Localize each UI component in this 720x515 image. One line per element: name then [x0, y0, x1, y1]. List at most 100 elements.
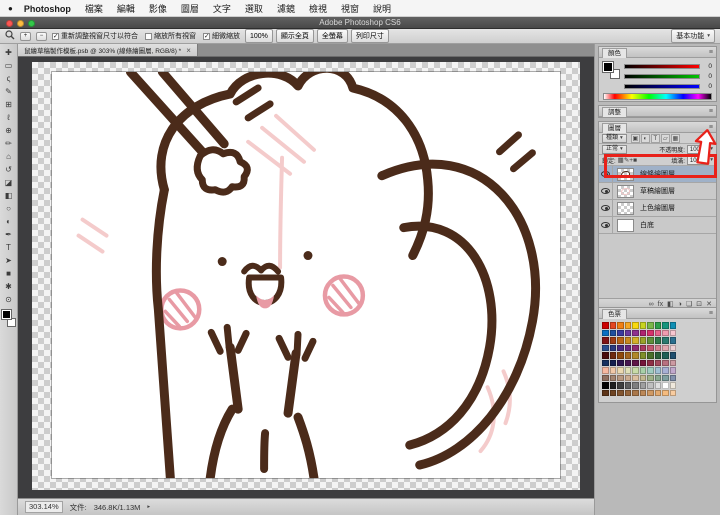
lasso-tool[interactable]: ς [2, 72, 16, 85]
layer-row-1[interactable]: 草稿繪圖層 [599, 183, 716, 200]
close-window-button[interactable] [6, 19, 13, 27]
menu-item-9[interactable]: 視窗 [334, 4, 366, 14]
swatch-53[interactable] [624, 359, 631, 366]
swatch-92[interactable] [617, 389, 624, 396]
visibility-toggle[interactable] [599, 200, 613, 216]
swatch-13[interactable] [624, 329, 631, 336]
swatch-3[interactable] [624, 322, 631, 329]
zoom-option-0[interactable]: ✓ 重新調整視窗尺寸以符合 [52, 31, 138, 41]
swatch-90[interactable] [602, 389, 609, 396]
checkbox-icon[interactable] [145, 32, 152, 40]
checkbox-icon[interactable]: ✓ [203, 32, 210, 40]
swatch-38[interactable] [662, 344, 669, 351]
menu-item-6[interactable]: 選取 [238, 4, 270, 14]
history-brush-tool[interactable]: ↺ [2, 163, 16, 176]
panel-menu-icon[interactable]: ≡ [709, 108, 713, 115]
apple-menu-icon[interactable]: ● [8, 4, 13, 13]
swatch-97[interactable] [654, 389, 661, 396]
path-selection-tool[interactable]: ➤ [2, 254, 16, 267]
visibility-toggle[interactable] [599, 217, 613, 233]
swatch-44[interactable] [632, 352, 639, 359]
dodge-tool[interactable]: ◐ [2, 215, 16, 228]
slider-track-r[interactable] [624, 64, 700, 69]
swatch-20[interactable] [602, 337, 609, 344]
swatch-19[interactable] [669, 329, 676, 336]
swatch-9[interactable] [669, 322, 676, 329]
pen-tool[interactable]: ✒ [2, 228, 16, 241]
swatch-81[interactable] [609, 382, 616, 389]
swatch-39[interactable] [669, 344, 676, 351]
swatch-89[interactable] [669, 382, 676, 389]
menu-item-7[interactable]: 濾鏡 [270, 4, 302, 14]
color-spectrum-bar[interactable] [603, 93, 712, 100]
tab-color[interactable]: 顏色 [602, 47, 627, 58]
swatch-63[interactable] [624, 367, 631, 374]
swatch-14[interactable] [632, 329, 639, 336]
swatch-56[interactable] [647, 359, 654, 366]
swatch-31[interactable] [609, 344, 616, 351]
swatch-35[interactable] [639, 344, 646, 351]
menu-item-1[interactable]: 檔案 [78, 4, 110, 14]
checkbox-icon[interactable]: ✓ [52, 32, 59, 40]
zoom-option-2[interactable]: ✓ 細微縮放 [203, 31, 240, 41]
swatch-28[interactable] [662, 337, 669, 344]
swatch-67[interactable] [654, 367, 661, 374]
healing-brush-tool[interactable]: ⊕ [2, 124, 16, 137]
swatch-74[interactable] [632, 374, 639, 381]
zoom-preset-button-3[interactable]: 列印尺寸 [350, 29, 389, 43]
swatch-55[interactable] [639, 359, 646, 366]
menu-item-8[interactable]: 檢視 [302, 4, 334, 14]
zoom-preset-button-0[interactable]: 100% [245, 29, 273, 43]
slider-value-b[interactable]: 0 [703, 83, 712, 90]
zoom-out-mode-button[interactable]: − [36, 31, 47, 41]
menu-item-5[interactable]: 文字 [206, 4, 238, 14]
swatch-48[interactable] [662, 352, 669, 359]
filter-icon-2[interactable]: T [650, 133, 660, 143]
swatch-75[interactable] [639, 374, 646, 381]
foreground-color-swatch[interactable] [0, 309, 12, 320]
swatch-52[interactable] [617, 359, 624, 366]
swatch-88[interactable] [662, 382, 669, 389]
swatch-72[interactable] [617, 374, 624, 381]
swatch-40[interactable] [602, 352, 609, 359]
clone-stamp-tool[interactable]: ⌂ [2, 150, 16, 163]
swatch-25[interactable] [639, 337, 646, 344]
swatch-50[interactable] [602, 359, 609, 366]
swatch-79[interactable] [669, 374, 676, 381]
swatch-23[interactable] [624, 337, 631, 344]
swatch-29[interactable] [669, 337, 676, 344]
swatch-77[interactable] [654, 374, 661, 381]
swatch-68[interactable] [662, 367, 669, 374]
quick-selection-tool[interactable]: ✎ [2, 85, 16, 98]
swatch-33[interactable] [624, 344, 631, 351]
filter-icon-3[interactable]: ▱ [660, 133, 670, 143]
swatch-73[interactable] [624, 374, 631, 381]
swatch-66[interactable] [647, 367, 654, 374]
swatch-94[interactable] [632, 389, 639, 396]
tab-adjustments[interactable]: 調整 [602, 106, 627, 117]
eraser-tool[interactable]: ◪ [2, 176, 16, 189]
swatch-95[interactable] [639, 389, 646, 396]
swatch-47[interactable] [654, 352, 661, 359]
swatch-37[interactable] [654, 344, 661, 351]
swatch-17[interactable] [654, 329, 661, 336]
swatch-82[interactable] [617, 382, 624, 389]
layer-filter-dropdown[interactable]: 種類 ▾ [602, 133, 627, 143]
swatch-69[interactable] [669, 367, 676, 374]
swatch-45[interactable] [639, 352, 646, 359]
swatch-5[interactable] [639, 322, 646, 329]
swatch-85[interactable] [639, 382, 646, 389]
menu-item-4[interactable]: 圖層 [174, 4, 206, 14]
swatch-32[interactable] [617, 344, 624, 351]
swatch-62[interactable] [617, 367, 624, 374]
swatch-26[interactable] [647, 337, 654, 344]
swatch-99[interactable] [669, 389, 676, 396]
swatch-36[interactable] [647, 344, 654, 351]
swatch-96[interactable] [647, 389, 654, 396]
swatch-7[interactable] [654, 322, 661, 329]
swatch-60[interactable] [602, 367, 609, 374]
swatch-93[interactable] [624, 389, 631, 396]
menu-item-3[interactable]: 影像 [142, 4, 174, 14]
swatch-83[interactable] [624, 382, 631, 389]
move-tool[interactable]: ✚ [2, 46, 16, 59]
